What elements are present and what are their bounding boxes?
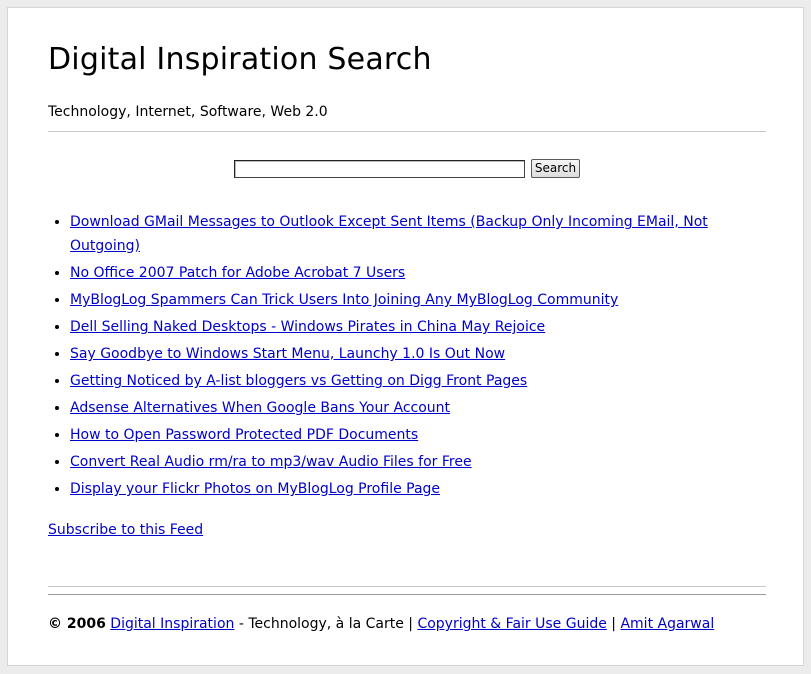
- list-item: Dell Selling Naked Desktops - Windows Pi…: [70, 315, 760, 339]
- post-link[interactable]: No Office 2007 Patch for Adobe Acrobat 7…: [70, 265, 405, 281]
- post-link[interactable]: Dell Selling Naked Desktops - Windows Pi…: [70, 319, 545, 335]
- post-link[interactable]: How to Open Password Protected PDF Docum…: [70, 427, 418, 443]
- list-item: Display your Flickr Photos on MyBlogLog …: [70, 477, 760, 501]
- subscribe-line: Subscribe to this Feed: [48, 522, 203, 538]
- footer-copyright-link[interactable]: Copyright & Fair Use Guide: [417, 616, 606, 632]
- list-item: MyBlogLog Spammers Can Trick Users Into …: [70, 288, 760, 312]
- footer-separator: |: [611, 616, 617, 632]
- post-link[interactable]: Adsense Alternatives When Google Bans Yo…: [70, 400, 450, 416]
- post-link[interactable]: Download GMail Messages to Outlook Excep…: [70, 214, 708, 254]
- list-item: Say Goodbye to Windows Start Menu, Launc…: [70, 342, 760, 366]
- header-divider: [48, 131, 766, 132]
- footer-tagline: - Technology, à la Carte |: [238, 616, 413, 632]
- list-item: Download GMail Messages to Outlook Excep…: [70, 210, 760, 258]
- post-link[interactable]: Convert Real Audio rm/ra to mp3/wav Audi…: [70, 454, 472, 470]
- post-link[interactable]: Getting Noticed by A-list bloggers vs Ge…: [70, 373, 527, 389]
- search-button[interactable]: Search: [530, 159, 581, 178]
- footer-site-link[interactable]: Digital Inspiration: [110, 616, 234, 632]
- post-link[interactable]: Say Goodbye to Windows Start Menu, Launc…: [70, 346, 505, 362]
- page-container: Digital Inspiration Search Technology, I…: [7, 7, 804, 666]
- footer-divider-top: [48, 586, 766, 587]
- footer-copyright: © 2006: [48, 616, 106, 632]
- post-link[interactable]: Display your Flickr Photos on MyBlogLog …: [70, 481, 440, 497]
- list-item: How to Open Password Protected PDF Docum…: [70, 423, 760, 447]
- post-list: Download GMail Messages to Outlook Excep…: [48, 210, 760, 504]
- site-tagline: Technology, Internet, Software, Web 2.0: [48, 104, 328, 120]
- page-title: Digital Inspiration Search: [48, 42, 432, 77]
- subscribe-feed-link[interactable]: Subscribe to this Feed: [48, 522, 203, 538]
- post-link[interactable]: MyBlogLog Spammers Can Trick Users Into …: [70, 292, 618, 308]
- footer-divider-bottom: [48, 594, 766, 595]
- list-item: No Office 2007 Patch for Adobe Acrobat 7…: [70, 261, 760, 285]
- list-item: Getting Noticed by A-list bloggers vs Ge…: [70, 369, 760, 393]
- footer: © 2006 Digital Inspiration - Technology,…: [48, 616, 714, 632]
- list-item: Adsense Alternatives When Google Bans Yo…: [70, 396, 760, 420]
- search-form: Search: [48, 159, 766, 178]
- search-input[interactable]: [233, 159, 525, 178]
- list-item: Convert Real Audio rm/ra to mp3/wav Audi…: [70, 450, 760, 474]
- footer-author-link[interactable]: Amit Agarwal: [620, 616, 714, 632]
